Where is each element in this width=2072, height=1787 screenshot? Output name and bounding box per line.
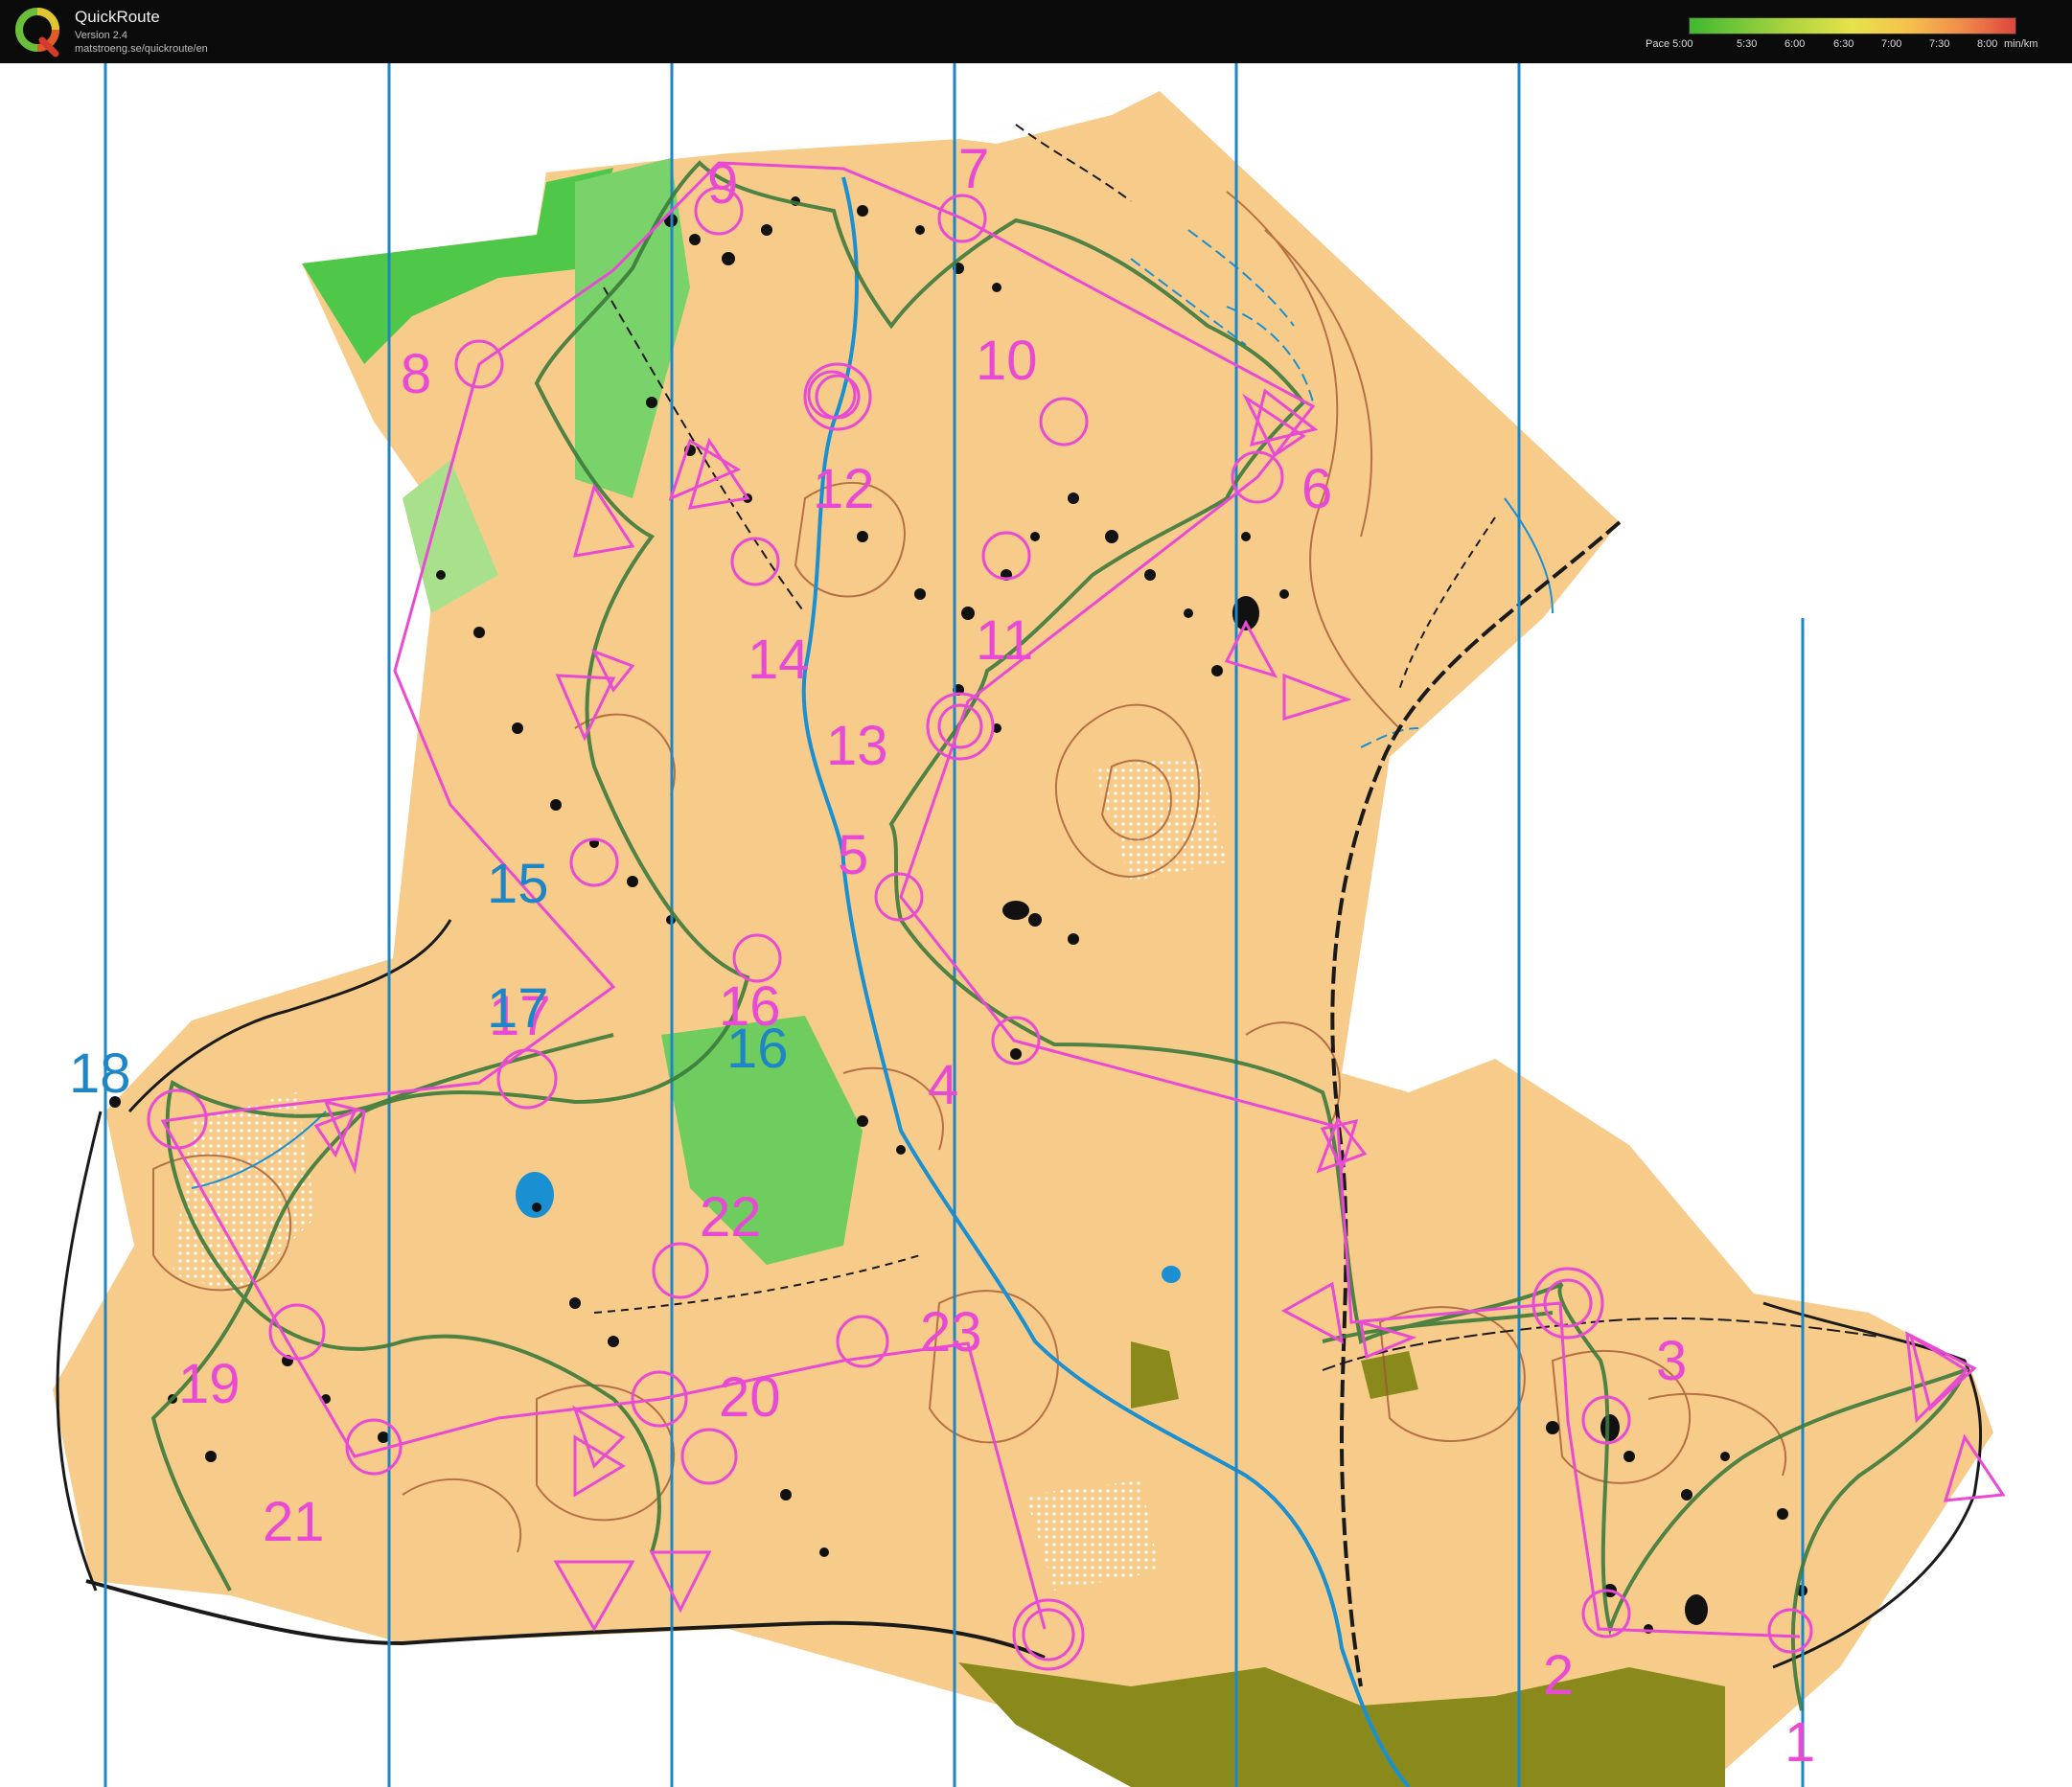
pace-label: 8:00 xyxy=(1977,38,1998,50)
control-number: 14 xyxy=(748,629,810,691)
lap-number: 18 xyxy=(69,1042,131,1105)
pace-label: 6:30 xyxy=(1833,38,1854,50)
control-number: 2 xyxy=(1543,1644,1574,1707)
control-number: 7 xyxy=(958,138,989,200)
app-version: Version 2.4 xyxy=(75,30,128,41)
lap-number: 15 xyxy=(487,853,549,915)
app-url: matstroeng.se/quickroute/en xyxy=(75,43,208,55)
control-number: 20 xyxy=(719,1366,781,1429)
control-number: 22 xyxy=(700,1186,762,1249)
control-number: 8 xyxy=(401,343,431,405)
pond xyxy=(1162,1266,1181,1283)
lap-number: 16 xyxy=(726,1018,789,1080)
pace-label: 5:30 xyxy=(1737,38,1758,50)
control-number: 1 xyxy=(1784,1711,1815,1774)
pace-label: Pace 5:00 xyxy=(1646,38,1693,50)
control-number: 23 xyxy=(920,1301,982,1363)
pace-unit-label: min/km xyxy=(2004,38,2038,50)
control-number: 13 xyxy=(826,715,888,777)
control-number: 4 xyxy=(928,1054,958,1116)
control-number: 19 xyxy=(178,1353,241,1415)
pace-legend: Pace 5:00 5:30 6:00 6:30 7:00 7:30 8:00 … xyxy=(1646,15,2053,54)
lap-number: 17 xyxy=(487,977,549,1040)
control-number: 3 xyxy=(1656,1330,1687,1392)
control-number: 5 xyxy=(838,824,868,886)
orienteering-map[interactable]: 1 2 3 4 5 6 7 8 9 10 11 12 13 14 16 17 1… xyxy=(0,63,2072,1787)
control-number: 12 xyxy=(813,458,875,520)
quickroute-logo-icon xyxy=(15,8,59,57)
control-number: 6 xyxy=(1301,458,1332,520)
control-number: 11 xyxy=(976,609,1033,672)
app-header: QuickRoute Version 2.4 matstroeng.se/qui… xyxy=(0,0,2072,63)
control-number: 9 xyxy=(707,153,738,216)
pace-label: 7:30 xyxy=(1929,38,1950,50)
control-number: 21 xyxy=(263,1491,325,1553)
pace-label: 7:00 xyxy=(1881,38,1902,50)
pace-color-bar xyxy=(1689,17,2016,34)
app-title: QuickRoute xyxy=(75,8,160,26)
control-number: 10 xyxy=(976,330,1038,392)
pace-label: 6:00 xyxy=(1784,38,1806,50)
